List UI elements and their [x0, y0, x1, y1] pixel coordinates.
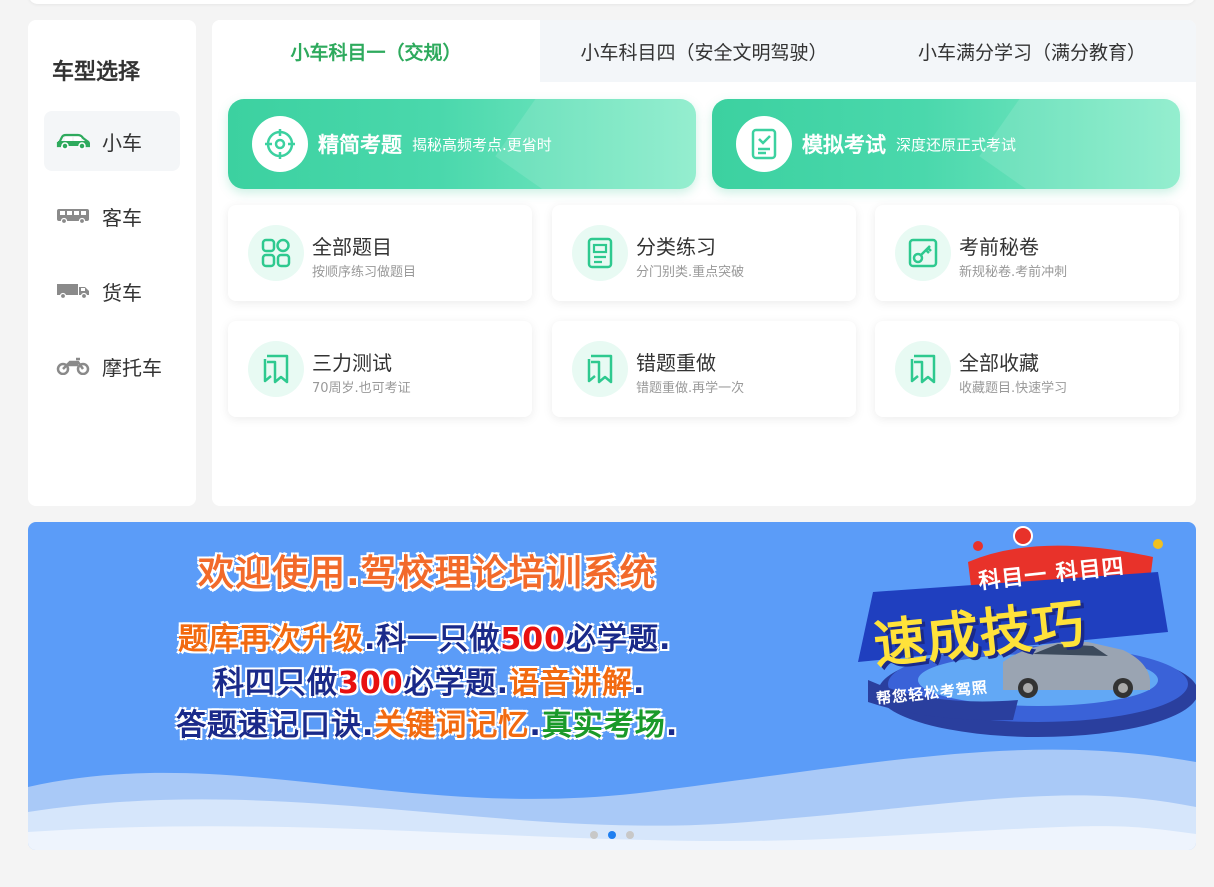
hero-subtitle: 深度还原正式考试 — [896, 135, 1017, 154]
hero-title: 模拟考试 — [802, 133, 886, 157]
banner-text: 必学题. — [403, 666, 510, 701]
car-icon — [56, 131, 90, 151]
card-exam-secrets[interactable]: 考前秘卷 新规秘卷.考前冲刺 — [875, 205, 1179, 301]
banner-text: 科四只做 — [214, 666, 338, 701]
bookmark-icon — [895, 341, 951, 397]
carousel-indicators — [590, 831, 634, 839]
main-panel: 小车科目一（交规） 小车科目四（安全文明驾驶） 小车满分学习（满分教育） 精简考… — [212, 20, 1196, 506]
banner-text: . — [633, 666, 646, 701]
card-three-abilities-test[interactable]: 三力测试 70周岁.也可考证 — [228, 321, 532, 417]
checklist-icon — [736, 116, 792, 172]
top-panel-edge — [28, 0, 1196, 4]
sidebar-item-bus[interactable]: 客车 — [44, 186, 180, 246]
grid-icon — [248, 225, 304, 281]
hero-title: 精简考题 — [318, 133, 402, 157]
bus-icon — [56, 206, 90, 226]
banner-text: 500 — [500, 622, 567, 657]
sidebar-item-car[interactable]: 小车 — [44, 111, 180, 171]
card-title: 全部题目 — [312, 235, 392, 259]
card-subtitle: 70周岁.也可考证 — [312, 381, 411, 396]
banner-text: 题库再次升级 — [178, 622, 364, 657]
motorcycle-icon — [56, 356, 90, 376]
hero-subtitle: 揭秘高频考点.更省时 — [412, 135, 552, 154]
key-icon — [895, 225, 951, 281]
target-icon — [252, 116, 308, 172]
carousel-dot[interactable] — [590, 831, 598, 839]
banner-text: .科一只做 — [364, 622, 501, 657]
card-subtitle: 错题重做.再学一次 — [636, 381, 745, 396]
promo-banner[interactable]: 欢迎使用.驾校理论培训系统 题库再次升级.科一只做500必学题. 科四只做300… — [28, 522, 1196, 850]
tab-full-score[interactable]: 小车满分学习（满分教育） — [868, 20, 1196, 82]
vehicle-sidebar: 车型选择 小车 客车 货车 摩托车 — [28, 20, 196, 506]
banner-line-1: 题库再次升级.科一只做500必学题. — [178, 614, 671, 658]
card-title: 错题重做 — [636, 351, 716, 375]
sidebar-item-label: 小车 — [102, 130, 142, 155]
card-subtitle: 新规秘卷.考前冲刺 — [959, 265, 1068, 280]
card-category-practice[interactable]: 分类练习 分门别类.重点突破 — [552, 205, 856, 301]
sidebar-item-label: 客车 — [102, 205, 142, 230]
carousel-dot-active[interactable] — [608, 831, 616, 839]
sidebar-item-truck[interactable]: 货车 — [44, 261, 180, 321]
banner-text: 语音讲解 — [509, 666, 634, 701]
card-title: 全部收藏 — [959, 351, 1039, 375]
bookmark-icon — [248, 341, 304, 397]
card-subtitle: 收藏题目.快速学习 — [959, 381, 1068, 396]
tab-subject-one[interactable]: 小车科目一（交规） — [212, 20, 540, 82]
card-all-questions[interactable]: 全部题目 按顺序练习做题目 — [228, 205, 532, 301]
banner-line-3: 答题速记口诀.关键词记忆.真实考场. — [176, 700, 678, 744]
card-subtitle: 分门别类.重点突破 — [636, 265, 745, 280]
hero-mock-exam[interactable]: 模拟考试 深度还原正式考试 — [712, 99, 1180, 189]
sidebar-item-label: 摩托车 — [102, 355, 162, 380]
document-icon — [572, 225, 628, 281]
banner-title: 欢迎使用.驾校理论培训系统 — [198, 553, 657, 594]
banner-text: 300 — [338, 666, 404, 701]
banner-text: 答题速记口诀. — [176, 708, 375, 743]
card-title: 三力测试 — [312, 351, 392, 375]
card-redo-wrong[interactable]: 错题重做 错题重做.再学一次 — [552, 321, 856, 417]
banner-text: . — [529, 708, 542, 743]
banner-text: 关键词记忆 — [374, 708, 530, 743]
sidebar-item-motorcycle[interactable]: 摩托车 — [44, 336, 180, 396]
truck-icon — [56, 281, 90, 301]
bookmark-icon — [572, 341, 628, 397]
hero-simplified-questions[interactable]: 精简考题 揭秘高频考点.更省时 — [228, 99, 696, 189]
carousel-dot[interactable] — [626, 831, 634, 839]
subject-tabs: 小车科目一（交规） 小车科目四（安全文明驾驶） 小车满分学习（满分教育） — [212, 20, 1196, 82]
sidebar-title: 车型选择 — [52, 60, 141, 85]
banner-text: . — [665, 708, 679, 743]
banner-text: 必学题. — [566, 622, 672, 657]
banner-text: 真实考场 — [541, 708, 666, 743]
banner-line-2: 科四只做300必学题.语音讲解. — [214, 658, 645, 702]
card-all-favorites[interactable]: 全部收藏 收藏题目.快速学习 — [875, 321, 1179, 417]
card-title: 考前秘卷 — [959, 235, 1039, 259]
sidebar-item-label: 货车 — [102, 280, 142, 305]
card-subtitle: 按顺序练习做题目 — [312, 265, 417, 280]
tab-subject-four[interactable]: 小车科目四（安全文明驾驶） — [540, 20, 868, 82]
card-title: 分类练习 — [636, 235, 716, 259]
